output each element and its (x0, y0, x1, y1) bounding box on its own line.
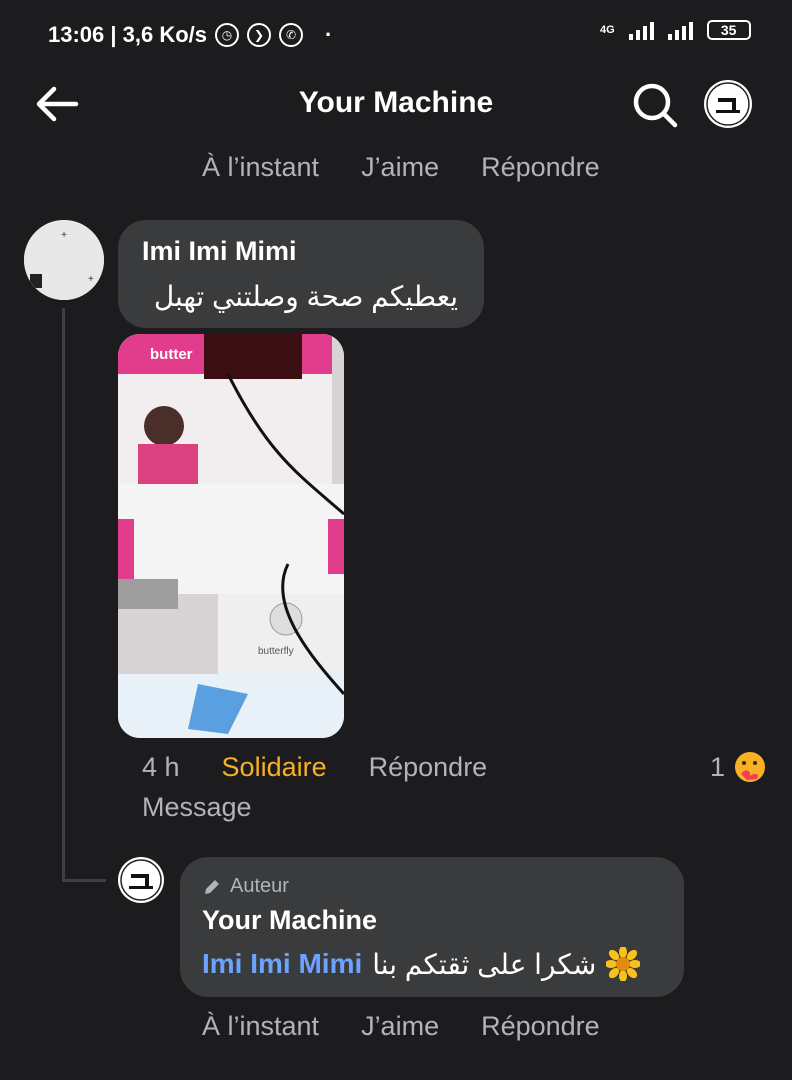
commenter-avatar-image: + + (24, 220, 104, 300)
photo-brand-text: butter (150, 346, 193, 363)
pencil-icon (205, 879, 219, 894)
commenter-avatar[interactable]: + + (24, 220, 104, 300)
reply-avatar[interactable] (118, 857, 164, 903)
alarm-icon: ◷ (215, 23, 240, 47)
author-badge: Auteur (202, 875, 289, 898)
page-avatar[interactable] (704, 80, 752, 128)
reaction-count[interactable]: 1 (710, 750, 767, 784)
sunflower-icon (606, 947, 641, 981)
comment-time: 4 h (142, 752, 180, 782)
reply-text: شكرا على ثقتكم بنا (372, 948, 597, 980)
viber-icon: ✆ (279, 23, 304, 47)
reply-text-row: Imi Imi Mimi شكرا على ثقتكم بنا (202, 947, 641, 981)
battery-icon: 35 (706, 20, 751, 40)
status-time: 13:06 | 3,6 Ko/s (48, 22, 208, 47)
author-badge-label: Auteur (230, 875, 289, 897)
sewing-machine-logo-icon (120, 859, 162, 901)
comment-text: يعطيكم صحة وصلتني تهبل (153, 281, 458, 312)
sewing-machine-logo-icon (706, 82, 750, 126)
signal-2-icon (667, 20, 693, 40)
status-right: 4G 35 (600, 20, 751, 40)
reply-time: À l’instant (202, 1011, 320, 1041)
comment-actions-row: 4 h Solidaire Répondre (142, 752, 529, 783)
thread-line (62, 308, 65, 882)
reply-reply-button[interactable]: Répondre (481, 1011, 600, 1042)
top-reply-button[interactable]: Répondre (481, 152, 600, 183)
reply-bubble[interactable]: Auteur Your Machine Imi Imi Mimi شكرا عل… (180, 857, 684, 997)
top-like-button[interactable]: J’aime (361, 152, 439, 183)
signal-icon (628, 20, 654, 40)
thread-line-branch (62, 879, 106, 882)
reply-like-button[interactable]: J’aime (361, 1011, 439, 1042)
dot-icon: · (325, 22, 333, 47)
network-type: 4G (600, 24, 615, 36)
comment-message-button[interactable]: Message (142, 792, 252, 823)
status-bar: 13:06 | 3,6 Ko/s ◷ ❯ ✆ · (48, 22, 332, 48)
comment-reply-button[interactable]: Répondre (369, 752, 488, 783)
reply-mention[interactable]: Imi Imi Mimi (202, 948, 362, 980)
reply-actions-row: À l’instant J’aime Répondre (202, 1011, 642, 1042)
comment-message-row: Message (142, 792, 294, 823)
sewing-machine-photo (118, 334, 344, 738)
comment-author[interactable]: Imi Imi Mimi (142, 236, 297, 267)
search-icon[interactable] (630, 80, 680, 130)
reply-author[interactable]: Your Machine (202, 905, 377, 936)
care-reaction-icon (735, 752, 766, 782)
top-time: À l’instant (202, 152, 320, 182)
photo-brand-text-2: butterfly (258, 646, 294, 657)
top-actions-row: À l’instant J’aime Répondre (202, 152, 642, 183)
reaction-count-value: 1 (710, 751, 726, 782)
comment-photo[interactable]: butter butterfly (118, 334, 344, 738)
svg-text:+: + (61, 230, 67, 241)
svg-text:+: + (88, 274, 94, 285)
solidaire-reaction-button[interactable]: Solidaire (222, 752, 327, 783)
navigation-icon: ❯ (247, 23, 272, 47)
comment-bubble[interactable]: Imi Imi Mimi يعطيكم صحة وصلتني تهبل (118, 220, 484, 328)
